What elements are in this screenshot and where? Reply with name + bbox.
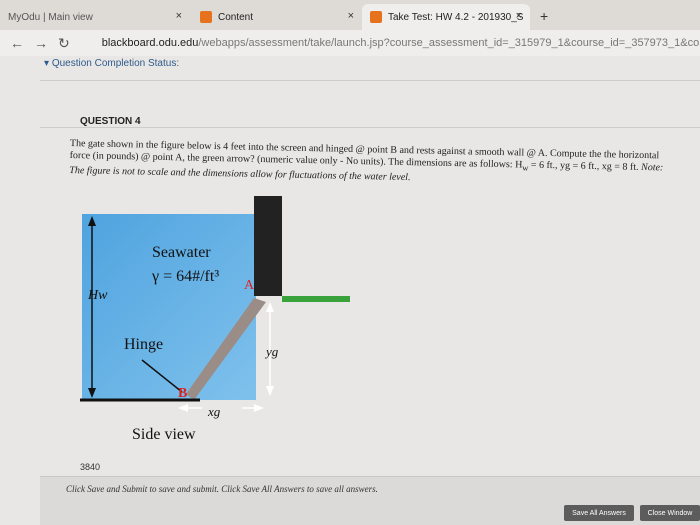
submit-footer: Click Save and Submit to save and submit… — [40, 476, 700, 525]
xg-label: xg — [208, 404, 221, 419]
close-icon[interactable]: × — [348, 10, 354, 22]
tab-myodu-label: MyOdu | Main view — [8, 11, 93, 23]
question-tail: = 6 ft., y — [528, 159, 566, 172]
page-content: ▾ Question Completion Status: QUESTION 4… — [0, 56, 700, 525]
smooth-wall — [254, 196, 282, 296]
seawater-label: Seawater — [152, 244, 211, 261]
question-values: g = 6 ft., x — [564, 160, 607, 173]
reload-icon[interactable]: ↻ — [58, 35, 70, 52]
arrowhead-up-icon — [88, 216, 96, 226]
question-number-field[interactable]: 3840 — [80, 462, 100, 472]
gate-plate — [186, 298, 266, 400]
tab-content-label: Content — [218, 11, 254, 23]
blackboard-icon — [200, 11, 212, 23]
question-values-tail: g = 8 ft. — [606, 161, 639, 173]
question-heading: QUESTION 4 — [80, 116, 141, 127]
question-text: The gate shown in the figure below is 4 … — [69, 138, 670, 190]
save-all-answers-button[interactable]: Save All Answers — [564, 505, 634, 521]
arrowhead-right-icon — [254, 404, 264, 412]
close-icon[interactable]: × — [176, 10, 182, 22]
address-bar: ← → ↻ blackboard.odu.edu/webapps/assessm… — [0, 30, 700, 56]
green-force-arrow — [282, 296, 350, 302]
tab-strip: MyOdu | Main view × Content × Take Test:… — [0, 0, 700, 30]
tab-myodu[interactable]: MyOdu | Main view × — [0, 4, 190, 30]
close-window-button[interactable]: Close Window — [640, 505, 700, 521]
new-tab-icon[interactable]: + — [540, 8, 548, 24]
tab-take-test-label: Take Test: HW 4.2 - 201930_S — [388, 11, 524, 23]
gate-figure: Seawater γ = 64#/ft³ Hw Hinge A B yg xg … — [70, 196, 390, 466]
yg-label: yg — [266, 344, 279, 359]
hw-label: Hw — [88, 288, 108, 303]
close-icon[interactable]: × — [516, 10, 522, 22]
tab-take-test[interactable]: Take Test: HW 4.2 - 201930_S × — [362, 4, 530, 30]
tab-content[interactable]: Content × — [192, 4, 362, 30]
hinge-label: Hinge — [124, 336, 164, 353]
url-path: /webapps/assessment/take/launch.jsp?cour… — [198, 37, 700, 49]
url-host: blackboard.odu.edu — [101, 37, 199, 49]
arrowhead-down-icon — [266, 386, 274, 396]
side-view-label: Side view — [132, 426, 196, 443]
arrowhead-up-icon — [266, 302, 274, 312]
back-arrow-icon[interactable]: ← — [10, 35, 24, 51]
hinge-pointer — [141, 359, 183, 393]
footer-instructions: Click Save and Submit to save and submit… — [66, 484, 378, 494]
arrowhead-down-icon — [88, 388, 96, 398]
url-field[interactable]: blackboard.odu.edu/webapps/assessment/ta… — [102, 37, 700, 49]
point-a-label: A — [244, 278, 255, 293]
forward-arrow-icon[interactable]: → — [34, 35, 48, 51]
arrowhead-left-icon — [178, 404, 188, 412]
blackboard-icon — [370, 11, 382, 23]
status-label: Question Completion Status: — [51, 58, 180, 69]
point-b-label: B — [178, 386, 188, 401]
specific-weight-label: γ = 64#/ft³ — [152, 268, 220, 285]
question-completion-status[interactable]: ▾ Question Completion Status: — [44, 58, 179, 69]
figure-lines — [80, 216, 274, 412]
